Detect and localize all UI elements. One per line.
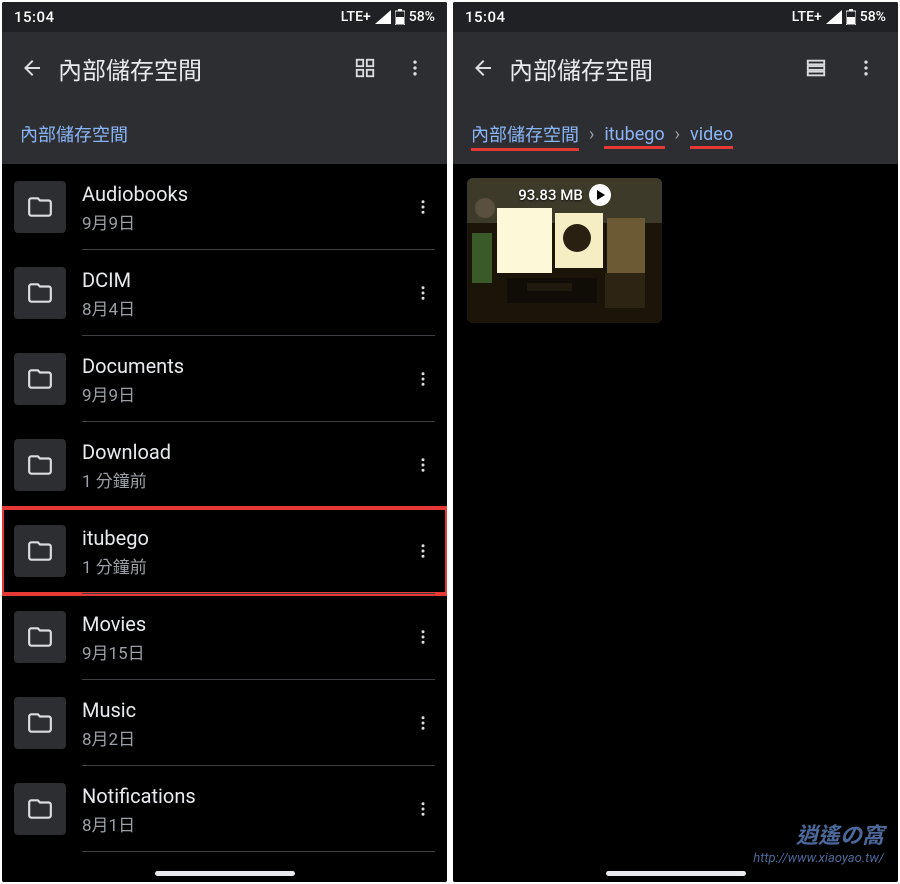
folder-row[interactable]: Audiobooks 9月9日	[2, 164, 447, 250]
row-overflow-icon[interactable]	[407, 277, 439, 309]
folder-icon	[14, 697, 66, 749]
folder-info: itubego 1 分鐘前	[82, 525, 407, 578]
folder-row[interactable]: DCIM 8月4日	[2, 250, 447, 336]
watermark: 逍遙の窩 http://www.xiaoyao.tw/	[753, 823, 884, 868]
divider	[82, 851, 435, 852]
folder-date: 1 分鐘前	[82, 467, 407, 492]
folder-row[interactable]: Notifications 8月1日	[2, 766, 447, 852]
row-overflow-icon[interactable]	[407, 535, 439, 567]
folder-info: DCIM 8月4日	[82, 267, 407, 320]
folder-name: Documents	[82, 353, 407, 379]
breadcrumb: 內部儲存空間	[2, 104, 447, 164]
home-indicator[interactable]	[606, 871, 746, 876]
folder-name: Notifications	[82, 783, 407, 809]
folder-date: 9月9日	[82, 209, 407, 234]
folder-name: Music	[82, 697, 407, 723]
breadcrumb-item-0[interactable]: 內部儲存空間	[471, 121, 579, 147]
folder-date: 9月15日	[82, 639, 407, 664]
folder-info: Documents 9月9日	[82, 353, 407, 406]
folder-date: 1 分鐘前	[82, 553, 407, 578]
phone-right: 15:04 LTE+ 58% 內部儲存空間 內部儲存空間 › itubego ›…	[453, 2, 898, 882]
page-title: 內部儲存空間	[52, 51, 349, 86]
row-overflow-icon[interactable]	[407, 621, 439, 653]
view-list-icon[interactable]	[800, 52, 832, 84]
status-time: 15:04	[465, 8, 506, 26]
status-bar: 15:04 LTE+ 58%	[2, 2, 447, 32]
phone-left: 15:04 LTE+ 58% 內部儲存空間 內部儲存空間 Audio	[2, 2, 447, 882]
status-bar: 15:04 LTE+ 58%	[453, 2, 898, 32]
row-overflow-icon[interactable]	[407, 363, 439, 395]
breadcrumb: 內部儲存空間 › itubego › video	[453, 104, 898, 164]
page-title: 內部儲存空間	[503, 51, 800, 86]
folder-name: itubego	[82, 525, 407, 551]
home-indicator[interactable]	[155, 871, 295, 876]
folder-icon	[14, 525, 66, 577]
folder-icon	[14, 611, 66, 663]
folder-icon	[14, 267, 66, 319]
view-grid-icon[interactable]	[349, 52, 381, 84]
watermark-line1: 逍遙の窩	[753, 823, 884, 852]
status-network: LTE+	[341, 9, 371, 25]
folder-row[interactable]: Documents 9月9日	[2, 336, 447, 422]
status-network: LTE+	[792, 9, 822, 25]
row-overflow-icon[interactable]	[407, 707, 439, 739]
folder-info: Music 8月2日	[82, 697, 407, 750]
folder-row[interactable]: Movies 9月15日	[2, 594, 447, 680]
folder-date: 8月2日	[82, 725, 407, 750]
folder-info: Movies 9月15日	[82, 611, 407, 664]
status-battery: 58%	[860, 9, 886, 25]
video-grid: 93.83 MB	[453, 164, 898, 337]
status-time: 15:04	[14, 8, 55, 26]
folder-name: Download	[82, 439, 407, 465]
signal-icon	[826, 10, 842, 24]
status-battery: 58%	[409, 9, 435, 25]
folder-info: Download 1 分鐘前	[82, 439, 407, 492]
video-size: 93.83 MB	[518, 186, 583, 204]
battery-icon	[846, 9, 856, 25]
status-right: LTE+ 58%	[792, 9, 886, 25]
overflow-menu-icon[interactable]	[850, 52, 882, 84]
folder-name: DCIM	[82, 267, 407, 293]
folder-row[interactable]: Music 8月2日	[2, 680, 447, 766]
folder-date: 9月9日	[82, 381, 407, 406]
chevron-right-icon: ›	[675, 124, 680, 145]
folder-row[interactable]: Download 1 分鐘前	[2, 422, 447, 508]
folder-info: Notifications 8月1日	[82, 783, 407, 836]
folder-date: 8月4日	[82, 295, 407, 320]
overflow-menu-icon[interactable]	[399, 52, 431, 84]
status-right: LTE+ 58%	[341, 9, 435, 25]
folder-info: Audiobooks 9月9日	[82, 181, 407, 234]
folder-icon	[14, 439, 66, 491]
folder-icon	[14, 783, 66, 835]
toolbar: 內部儲存空間	[453, 32, 898, 104]
folder-row[interactable]: itubego 1 分鐘前	[2, 508, 447, 594]
back-button[interactable]	[12, 52, 52, 84]
chevron-right-icon: ›	[589, 124, 594, 145]
breadcrumb-root[interactable]: 內部儲存空間	[20, 121, 128, 147]
back-button[interactable]	[463, 52, 503, 84]
folder-icon	[14, 181, 66, 233]
watermark-line2: http://www.xiaoyao.tw/	[753, 851, 884, 868]
folder-list: Audiobooks 9月9日 DCIM 8月4日 Documents 9月9日	[2, 164, 447, 852]
toolbar: 內部儲存空間	[2, 32, 447, 104]
play-icon	[589, 184, 611, 206]
folder-date: 8月1日	[82, 811, 407, 836]
folder-icon	[14, 353, 66, 405]
row-overflow-icon[interactable]	[407, 449, 439, 481]
row-overflow-icon[interactable]	[407, 191, 439, 223]
signal-icon	[375, 10, 391, 24]
folder-name: Movies	[82, 611, 407, 637]
folder-name: Audiobooks	[82, 181, 407, 207]
battery-icon	[395, 9, 405, 25]
video-overlay: 93.83 MB	[467, 184, 662, 206]
breadcrumb-item-2[interactable]: video	[690, 124, 733, 145]
row-overflow-icon[interactable]	[407, 793, 439, 825]
breadcrumb-item-1[interactable]: itubego	[604, 124, 664, 145]
video-thumbnail[interactable]: 93.83 MB	[467, 178, 662, 323]
